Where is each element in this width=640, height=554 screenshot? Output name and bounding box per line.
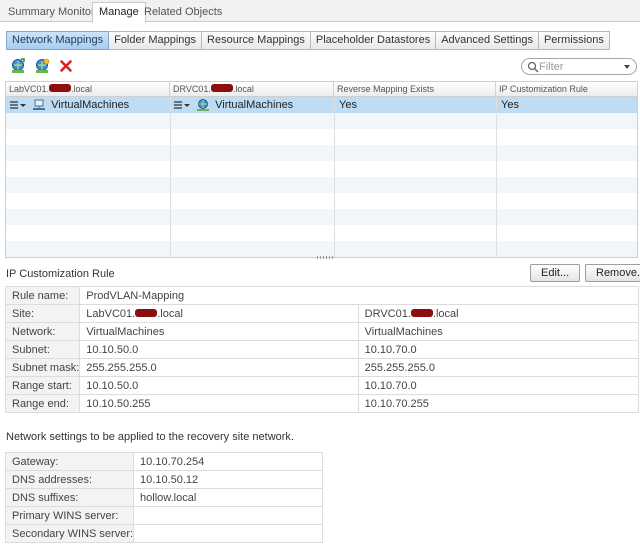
field-value	[133, 524, 323, 543]
subnet-mask-row: Subnet mask: 255.255.255.0 255.255.255.0	[4, 358, 640, 377]
network-settings-note: Network settings to be applied to the re…	[6, 431, 294, 443]
field-label: Subnet:	[4, 340, 81, 359]
redacted-text	[135, 308, 158, 317]
source-site-value: LabVC01. .local	[79, 304, 359, 323]
dns-suffixes-row: DNS suffixes: hollow.local	[4, 488, 323, 507]
empty-row	[6, 209, 637, 225]
column-header-ip-rule[interactable]: IP Customization Rule	[496, 82, 637, 97]
target-value: 10.10.70.0	[357, 340, 640, 359]
empty-row	[6, 145, 637, 161]
network-list-icon	[10, 101, 26, 109]
empty-row	[6, 113, 637, 129]
subtab-folder-mappings[interactable]: Folder Mappings	[108, 31, 203, 50]
empty-row	[6, 161, 637, 177]
table-row[interactable]: VirtualMachines VirtualMachines Yes Yes	[6, 97, 637, 113]
field-label: Site:	[4, 304, 81, 323]
target-value: 10.10.70.0	[357, 376, 640, 395]
reverse-mapping-cell: Yes	[339, 99, 357, 111]
filter-input[interactable]	[539, 60, 619, 73]
subtab-resource-mappings[interactable]: Resource Mappings	[201, 31, 311, 50]
delete-icon[interactable]	[58, 58, 74, 74]
field-value	[133, 506, 323, 525]
target-network-cell: VirtualMachines	[170, 97, 334, 113]
target-value: 255.255.255.0	[357, 358, 640, 377]
column-divider	[496, 97, 497, 257]
field-label: Range start:	[4, 376, 81, 395]
target-site-value: DRVC01. .local	[357, 304, 640, 323]
field-label: Range end:	[4, 394, 81, 413]
pane-splitter[interactable]	[5, 255, 638, 260]
field-label: Network:	[4, 322, 81, 341]
field-label: Gateway:	[4, 452, 135, 471]
top-tab-bar: Summary Monitor Manage Related Objects	[0, 0, 640, 23]
redacted-text	[49, 84, 72, 92]
network-list-icon	[174, 101, 190, 109]
empty-row	[6, 225, 637, 241]
section-title: IP Customization Rule	[6, 268, 115, 280]
field-label: Rule name:	[4, 286, 81, 305]
source-network-cell: VirtualMachines	[6, 97, 170, 113]
network-icon	[197, 99, 210, 111]
column-header-target-site[interactable]: DRVC01. .local	[170, 82, 334, 97]
ip-rule-cell: Yes	[501, 99, 519, 111]
add-mapping-icon[interactable]	[10, 58, 26, 74]
range-end-row: Range end: 10.10.50.255 10.10.70.255	[4, 394, 640, 413]
source-value: VirtualMachines	[79, 322, 359, 341]
primary-wins-row: Primary WINS server:	[4, 506, 323, 525]
rule-name-row: Rule name: ProdVLAN-Mapping	[4, 286, 639, 305]
subtab-network-mappings[interactable]: Network Mappings	[6, 31, 110, 50]
source-value: 255.255.255.0	[79, 358, 359, 377]
remove-button[interactable]: Remove...	[585, 264, 640, 282]
filter-box	[521, 58, 637, 75]
range-start-row: Range start: 10.10.50.0 10.10.70.0	[4, 376, 640, 395]
add-mapping-wizard-icon[interactable]	[34, 58, 50, 74]
dns-addresses-row: DNS addresses: 10.10.50.12	[4, 470, 323, 489]
grid-header: LabVC01. .local DRVC01. .local Reverse Map…	[6, 82, 637, 97]
field-label: Primary WINS server:	[4, 506, 135, 525]
subtab-permissions[interactable]: Permissions	[537, 31, 610, 50]
network-icon	[33, 99, 46, 110]
source-value: 10.10.50.255	[79, 394, 359, 413]
target-value: 10.10.70.255	[357, 394, 640, 413]
edit-button[interactable]: Edit...	[530, 264, 581, 282]
field-label: DNS suffixes:	[4, 488, 135, 507]
source-value: 10.10.50.0	[79, 340, 359, 359]
mapping-toolbar	[10, 58, 74, 76]
column-divider	[170, 97, 171, 257]
column-header-reverse-mapping[interactable]: Reverse Mapping Exists	[334, 82, 496, 97]
splitter-grip[interactable]	[317, 256, 333, 259]
gateway-row: Gateway: 10.10.70.254	[4, 452, 323, 471]
redacted-text	[210, 84, 233, 92]
redacted-text	[410, 308, 433, 317]
field-value: hollow.local	[133, 488, 323, 507]
sub-tab-bar: Network Mappings Folder Mappings Resourc…	[6, 31, 610, 51]
field-value: 10.10.50.12	[133, 470, 323, 489]
field-value: ProdVLAN-Mapping	[79, 286, 639, 305]
field-label: Subnet mask:	[4, 358, 81, 377]
ip-rule-details-table: Rule name: ProdVLAN-Mapping Site: LabVC0…	[4, 286, 640, 413]
subtab-placeholder-datastores[interactable]: Placeholder Datastores	[309, 31, 437, 50]
empty-row	[6, 129, 637, 145]
column-divider	[334, 97, 335, 257]
target-value: VirtualMachines	[357, 322, 640, 341]
site-row: Site: LabVC01. .local DRVC01. .local	[4, 304, 640, 323]
subtab-advanced-settings[interactable]: Advanced Settings	[435, 31, 539, 50]
secondary-wins-row: Secondary WINS server:	[4, 524, 323, 543]
network-mappings-grid: LabVC01. .local DRVC01. .local Reverse Map…	[5, 81, 638, 258]
source-value: 10.10.50.0	[79, 376, 359, 395]
filter-dropdown-icon[interactable]	[624, 65, 630, 69]
empty-row	[6, 193, 637, 209]
field-label: Secondary WINS server:	[4, 524, 135, 543]
network-settings-table: Gateway: 10.10.70.254 DNS addresses: 10.…	[4, 452, 323, 543]
subnet-row: Subnet: 10.10.50.0 10.10.70.0	[4, 340, 640, 359]
field-label: DNS addresses:	[4, 470, 135, 489]
search-icon	[527, 61, 539, 73]
column-header-source-site[interactable]: LabVC01. .local	[6, 82, 170, 97]
empty-row	[6, 177, 637, 193]
field-value: 10.10.70.254	[133, 452, 323, 471]
network-row: Network: VirtualMachines VirtualMachines	[4, 322, 640, 341]
tab-related-objects[interactable]: Related Objects	[138, 3, 228, 22]
